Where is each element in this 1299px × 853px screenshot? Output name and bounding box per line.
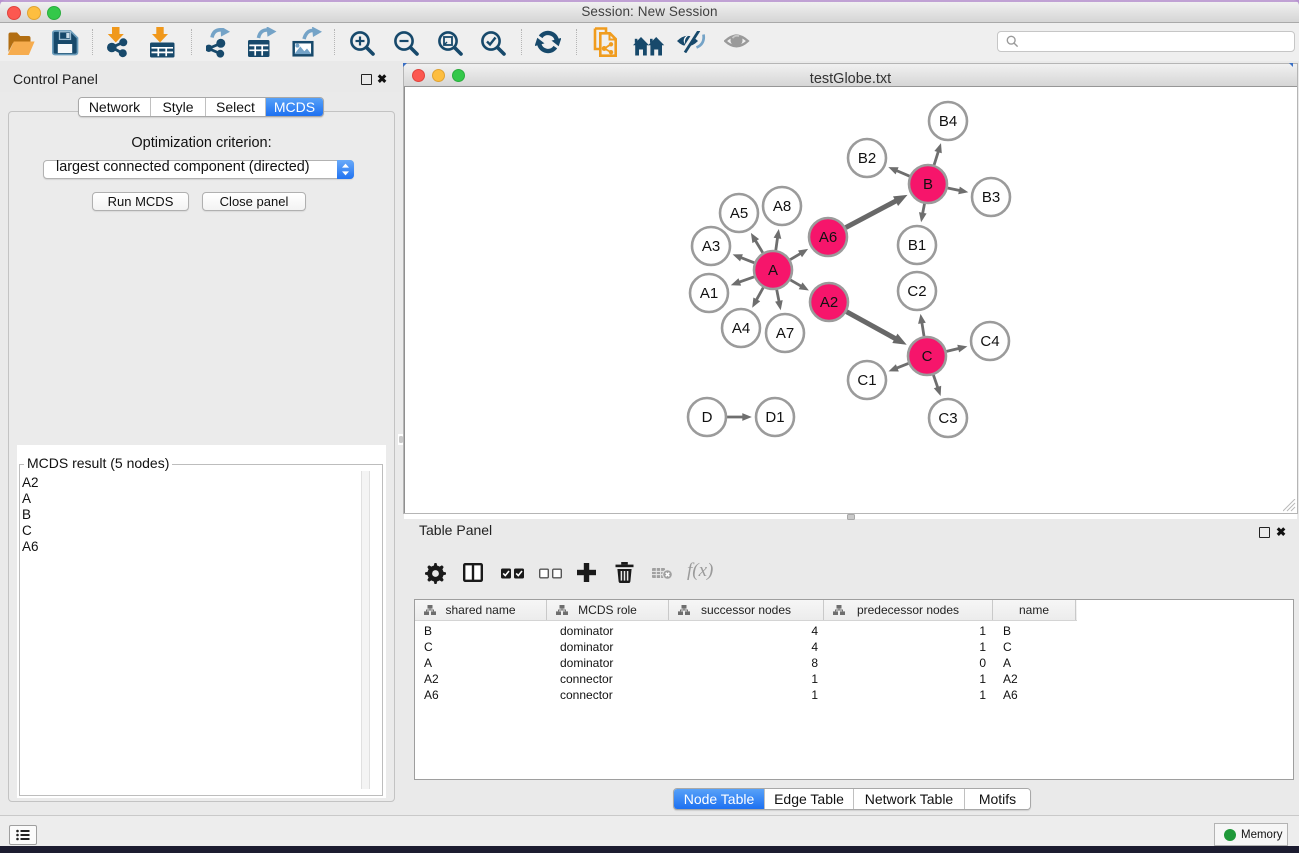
svg-text:C3: C3 [938, 410, 957, 427]
svg-text:A7: A7 [776, 325, 794, 342]
svg-text:B4: B4 [939, 113, 957, 130]
svg-text:A5: A5 [730, 205, 748, 222]
svg-text:B1: B1 [908, 237, 926, 254]
svg-text:C4: C4 [980, 333, 999, 350]
svg-text:C: C [922, 348, 933, 365]
svg-text:B3: B3 [982, 189, 1000, 206]
svg-text:A: A [768, 262, 778, 279]
svg-text:A8: A8 [773, 198, 791, 215]
svg-text:C2: C2 [907, 283, 926, 300]
svg-text:A2: A2 [820, 294, 838, 311]
svg-text:B: B [923, 176, 933, 193]
svg-text:A1: A1 [700, 285, 718, 302]
svg-text:A3: A3 [702, 238, 720, 255]
svg-text:D1: D1 [765, 409, 784, 426]
svg-text:C1: C1 [857, 372, 876, 389]
svg-text:A6: A6 [819, 229, 837, 246]
svg-text:A4: A4 [732, 320, 750, 337]
svg-text:B2: B2 [858, 150, 876, 167]
svg-text:D: D [702, 409, 713, 426]
